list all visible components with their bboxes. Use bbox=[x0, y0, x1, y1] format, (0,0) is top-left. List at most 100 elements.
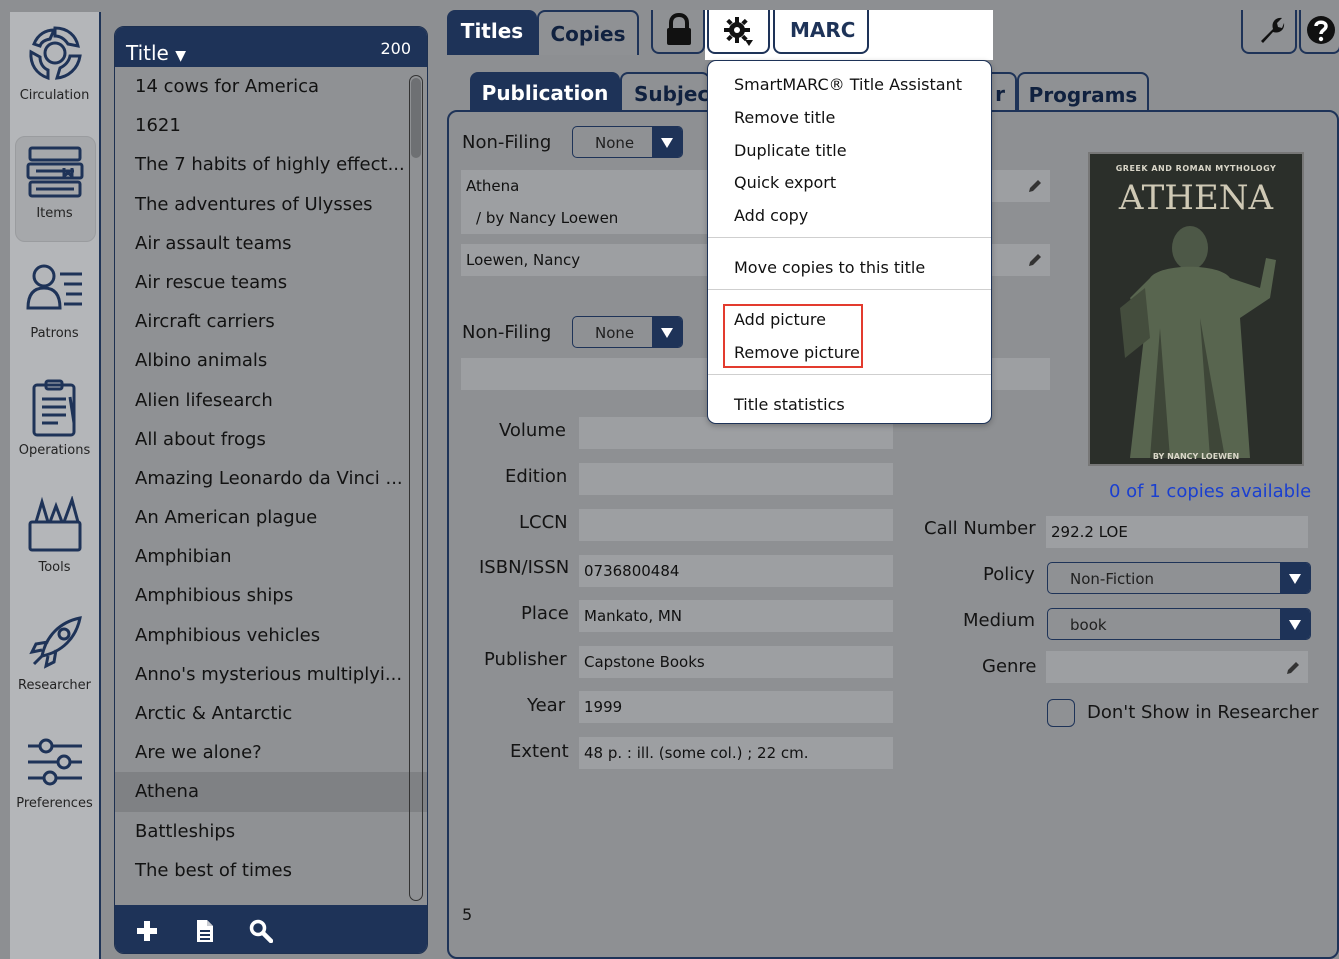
list-item[interactable]: 1621 bbox=[115, 106, 405, 145]
marc-button[interactable]: MARC bbox=[773, 10, 869, 54]
list-item[interactable]: Amazing Leonardo da Vinci ... bbox=[115, 459, 405, 498]
policy-select[interactable]: Non-Fiction bbox=[1047, 562, 1311, 594]
menu-item-add-copy[interactable]: Add copy bbox=[734, 206, 808, 225]
sort-field-label[interactable]: Title ▼ bbox=[126, 41, 186, 65]
list-item[interactable]: Air assault teams bbox=[115, 224, 405, 263]
nav-preferences[interactable]: Preferences bbox=[10, 732, 99, 811]
tab-other-label: r bbox=[995, 82, 1005, 106]
nav-circulation[interactable]: Circulation bbox=[10, 22, 99, 103]
menu-item-remove-picture[interactable]: Remove picture bbox=[734, 343, 860, 362]
menu-item-smartmarc[interactable]: SmartMARC® Title Assistant bbox=[734, 75, 962, 94]
menu-item-move-copies[interactable]: Move copies to this title bbox=[734, 258, 925, 277]
list-item[interactable]: An American plague bbox=[115, 498, 405, 537]
list-item[interactable]: Alien lifesearch bbox=[115, 381, 405, 420]
tools-icon bbox=[28, 496, 81, 552]
list-item[interactable]: Air rescue teams bbox=[115, 263, 405, 302]
title-list-toolbar bbox=[115, 905, 427, 953]
nav-tools[interactable]: Tools bbox=[10, 496, 99, 575]
list-item[interactable]: Arctic & Antarctic bbox=[115, 694, 405, 733]
nonfiling2-select[interactable]: None bbox=[572, 316, 683, 348]
edit-title-pencil-icon[interactable] bbox=[1027, 178, 1043, 194]
menu-item-duplicate-title[interactable]: Duplicate title bbox=[734, 141, 847, 160]
list-item[interactable]: All about frogs bbox=[115, 420, 405, 459]
help-icon bbox=[1307, 16, 1335, 44]
edit-author-pencil-icon[interactable] bbox=[1027, 252, 1043, 268]
items-icon bbox=[26, 146, 83, 198]
list-item[interactable]: The best of times bbox=[115, 851, 405, 890]
edit-genre-pencil-icon[interactable] bbox=[1285, 660, 1301, 676]
help-button[interactable] bbox=[1299, 10, 1339, 54]
list-item[interactable]: Amphibious ships bbox=[115, 576, 405, 615]
list-item[interactable]: Aircraft carriers bbox=[115, 302, 405, 341]
search-icon[interactable] bbox=[249, 919, 273, 943]
tab-subjects[interactable]: Subjec bbox=[620, 72, 710, 112]
lock-button[interactable] bbox=[651, 10, 705, 54]
patrons-icon bbox=[25, 264, 82, 310]
menu-item-title-statistics[interactable]: Title statistics bbox=[734, 395, 845, 414]
list-item[interactable]: Battleships bbox=[115, 812, 405, 851]
year-field[interactable]: 1999 bbox=[579, 691, 893, 723]
copies-available-link[interactable]: 0 of 1 copies available bbox=[1109, 481, 1311, 502]
medium-select[interactable]: book bbox=[1047, 608, 1311, 640]
list-item[interactable]: 14 cows for America bbox=[115, 67, 405, 106]
isbn-field[interactable]: 0736800484 bbox=[579, 555, 893, 587]
tab-titles[interactable]: Titles bbox=[447, 10, 537, 55]
tab-programs[interactable]: Programs bbox=[1017, 72, 1149, 112]
circulation-icon bbox=[28, 26, 82, 81]
menu-item-remove-title[interactable]: Remove title bbox=[734, 108, 835, 127]
publisher-field[interactable]: Capstone Books bbox=[579, 646, 893, 678]
list-item[interactable]: Amphibious vehicles bbox=[115, 616, 405, 655]
responsibility-field[interactable]: / by Nancy Loewen bbox=[461, 202, 707, 234]
list-item[interactable]: The adventures of Ulysses bbox=[115, 185, 405, 224]
tab-copies-label: Copies bbox=[550, 22, 626, 46]
lccn-field[interactable] bbox=[579, 509, 893, 541]
volume-label: Volume bbox=[499, 420, 566, 441]
list-scrollbar[interactable] bbox=[409, 75, 423, 901]
title-count: 200 bbox=[380, 39, 411, 58]
genre-label: Genre bbox=[982, 656, 1037, 677]
cover-image[interactable]: GREEK AND ROMAN MYTHOLOGY ATHENA BY NANC… bbox=[1088, 152, 1304, 466]
document-icon[interactable] bbox=[195, 919, 215, 943]
researcher-icon bbox=[28, 616, 82, 669]
list-item[interactable]: Amphibian bbox=[115, 537, 405, 576]
list-item[interactable]: Are we alone? bbox=[115, 733, 405, 772]
add-icon[interactable] bbox=[135, 919, 159, 943]
nav-researcher[interactable]: Researcher bbox=[10, 612, 99, 693]
nonfiling-select[interactable]: None bbox=[572, 126, 683, 158]
dont-show-label: Don't Show in Researcher bbox=[1087, 702, 1319, 723]
menu-separator bbox=[708, 289, 991, 290]
title-list-header[interactable]: Title ▼ 200 bbox=[115, 27, 427, 67]
place-field[interactable]: Mankato, MN bbox=[579, 600, 893, 632]
main-nav: Circulation Items Patrons Operations Too… bbox=[10, 12, 101, 959]
dont-show-checkbox[interactable] bbox=[1047, 699, 1075, 727]
tools-wrench-button[interactable] bbox=[1241, 10, 1297, 54]
page-number: 5 bbox=[462, 905, 473, 924]
list-scroll-thumb[interactable] bbox=[411, 78, 421, 158]
nav-operations[interactable]: Operations bbox=[10, 377, 99, 458]
extent-value: 48 p. : ill. (some col.) ; 22 cm. bbox=[584, 744, 809, 762]
list-item[interactable]: Athena bbox=[115, 772, 427, 812]
preferences-icon bbox=[27, 738, 82, 786]
genre-field[interactable] bbox=[1046, 651, 1308, 683]
title-field-value: Athena bbox=[466, 177, 520, 195]
list-item[interactable]: Anno's mysterious multiplyi... bbox=[115, 655, 405, 694]
menu-item-quick-export[interactable]: Quick export bbox=[734, 173, 836, 192]
marc-button-label: MARC bbox=[790, 18, 856, 42]
menu-item-add-picture[interactable]: Add picture bbox=[734, 310, 826, 329]
nonfiling-label: Non-Filing bbox=[462, 132, 552, 153]
actions-gear-button[interactable] bbox=[707, 10, 770, 54]
chevron-down-icon bbox=[652, 127, 682, 157]
call-number-label: Call Number bbox=[924, 518, 1036, 539]
list-item[interactable]: Albino animals bbox=[115, 341, 405, 380]
edition-field[interactable] bbox=[579, 463, 893, 495]
tab-publication[interactable]: Publication bbox=[470, 72, 620, 112]
medium-label: Medium bbox=[963, 610, 1035, 631]
year-label: Year bbox=[527, 695, 566, 716]
tab-copies[interactable]: Copies bbox=[537, 10, 639, 55]
list-item[interactable]: The 7 habits of highly effect... bbox=[115, 145, 405, 184]
nav-items[interactable]: Items bbox=[10, 136, 99, 242]
nav-patrons[interactable]: Patrons bbox=[10, 262, 99, 341]
call-number-field[interactable]: 292.2 LOE bbox=[1046, 516, 1308, 548]
nav-label-patrons: Patrons bbox=[30, 326, 79, 341]
extent-field[interactable]: 48 p. : ill. (some col.) ; 22 cm. bbox=[579, 737, 893, 769]
